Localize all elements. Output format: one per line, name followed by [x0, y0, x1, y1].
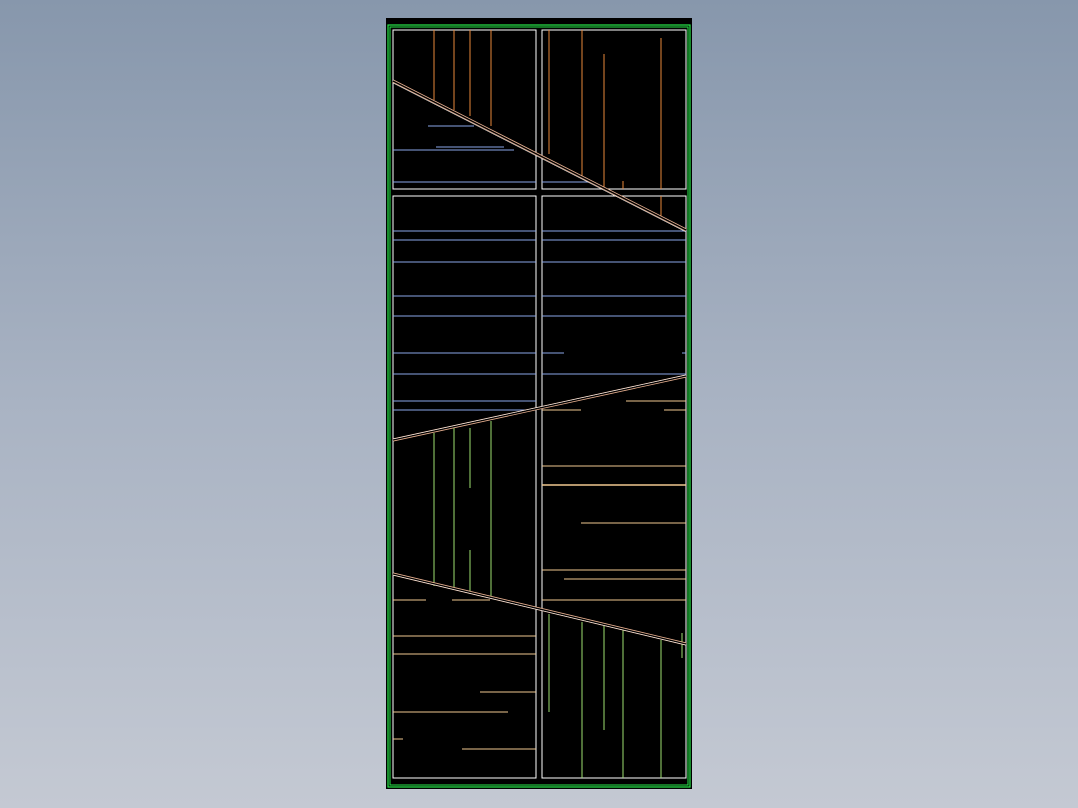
sheet-background — [386, 18, 692, 789]
cad-drawing-sheet[interactable] — [386, 18, 692, 789]
cad-viewport[interactable] — [0, 0, 1078, 808]
